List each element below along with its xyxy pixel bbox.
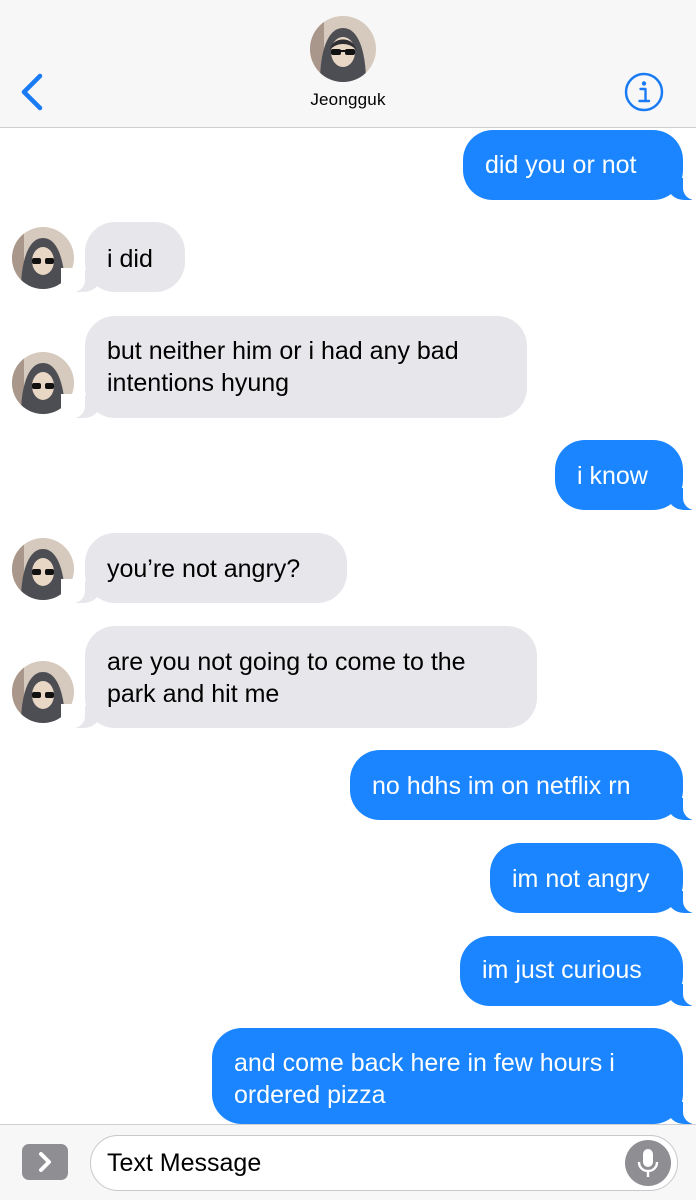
contact-avatar[interactable] (310, 16, 376, 82)
info-circle-icon (624, 72, 664, 112)
message-bubble-received[interactable]: you’re not angry? (61, 533, 347, 603)
contact-name[interactable]: Jeongguk (0, 90, 696, 110)
message-text: im just curious (482, 956, 642, 984)
message-text: did you or not (485, 151, 637, 179)
dictation-button[interactable] (625, 1140, 671, 1186)
message-text: you’re not angry? (107, 555, 301, 583)
apps-button[interactable] (22, 1144, 68, 1180)
message-text: ordered pizza (234, 1081, 386, 1109)
message-bubble-sent[interactable]: did you or not (463, 130, 696, 200)
message-text: park and hit me (107, 680, 280, 708)
message-text: no hdhs im on netflix rn (372, 772, 631, 800)
conversation-header: Jeongguk (0, 0, 696, 128)
message-input-placeholder: Text Message (107, 1149, 262, 1177)
chevron-right-icon (39, 1152, 51, 1172)
message-text: are you not going to come to the (107, 648, 466, 676)
message-text: im not angry (512, 865, 650, 893)
message-bubble-received[interactable]: i did (61, 222, 185, 292)
message-text: i know (577, 462, 648, 490)
message-bubble-sent[interactable]: im just curious (460, 936, 696, 1006)
message-text: and come back here in few hours i (234, 1049, 615, 1077)
composer-bar: Text Message (0, 1124, 696, 1200)
info-button[interactable] (622, 70, 666, 114)
message-bubble-sent[interactable]: and come back here in few hours i ordere… (212, 1028, 696, 1124)
message-text: but neither him or i had any bad (107, 337, 459, 365)
message-bubble-sent[interactable]: no hdhs im on netflix rn (350, 750, 696, 820)
microphone-icon (625, 1140, 671, 1186)
message-bubble-received[interactable]: are you not going to come to the park an… (61, 626, 537, 728)
message-text: i did (107, 245, 153, 273)
message-input[interactable]: Text Message (90, 1135, 678, 1191)
message-text: intentions hyung (107, 369, 290, 397)
message-bubble-received[interactable]: but neither him or i had any bad intenti… (61, 316, 527, 418)
message-bubble-sent[interactable]: im not angry (490, 843, 696, 913)
message-bubble-sent[interactable]: i know (555, 440, 696, 510)
